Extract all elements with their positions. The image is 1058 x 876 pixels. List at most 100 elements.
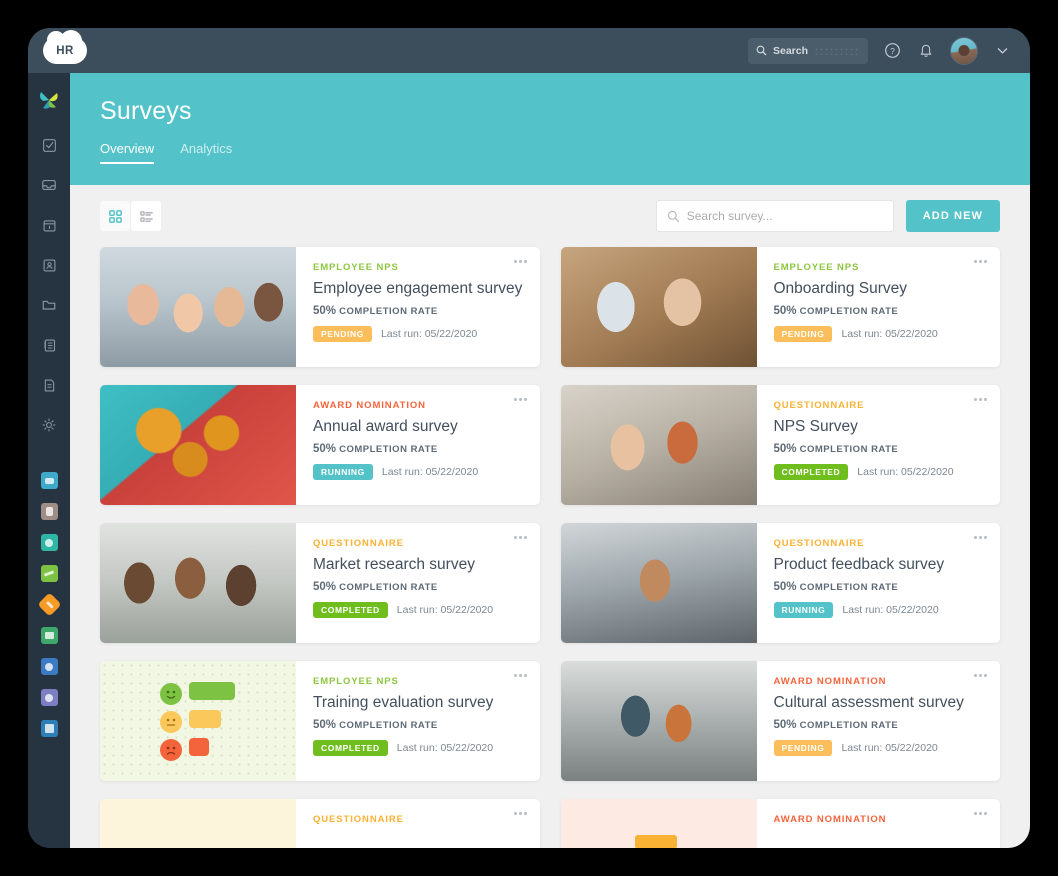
svg-text:?: ? bbox=[890, 46, 895, 56]
survey-card[interactable]: QUESTIONNAIRE Market research survey 50%… bbox=[100, 523, 540, 643]
sad-face-icon bbox=[160, 739, 182, 761]
search-placeholder-pattern bbox=[814, 46, 860, 55]
chevron-down-icon[interactable] bbox=[992, 41, 1012, 61]
survey-card[interactable]: AWARD NOMINATION Cultural assessment sur… bbox=[560, 661, 1000, 781]
checkbox-task-icon bbox=[42, 138, 56, 152]
survey-completion-rate: 50% COMPLETION RATE bbox=[313, 581, 526, 593]
last-run-text: Last run: 05/22/2020 bbox=[381, 466, 479, 478]
survey-card-grid-partial: QUESTIONNAIRE AWARD NOMINATION bbox=[70, 781, 1030, 848]
survey-card[interactable]: EMPLOYEE NPS Training evaluation survey … bbox=[100, 661, 540, 781]
survey-category: AWARD NOMINATION bbox=[773, 814, 887, 825]
survey-card[interactable]: AWARD NOMINATION bbox=[560, 799, 1000, 848]
survey-card[interactable]: AWARD NOMINATION Annual award survey 50%… bbox=[100, 385, 540, 505]
tab-analytics[interactable]: Analytics bbox=[180, 141, 232, 164]
status-badge: RUNNING bbox=[773, 602, 834, 618]
survey-card-grid: EMPLOYEE NPS Employee engagement survey … bbox=[70, 247, 1030, 781]
survey-thumbnail bbox=[100, 247, 296, 367]
card-menu-icon[interactable] bbox=[513, 260, 527, 263]
card-menu-icon[interactable] bbox=[974, 674, 987, 677]
survey-card-body: QUESTIONNAIRE Product feedback survey 50… bbox=[757, 523, 1001, 643]
network-app-icon[interactable] bbox=[40, 720, 58, 737]
grid-view-button[interactable] bbox=[100, 201, 130, 231]
sidebar-item-files[interactable] bbox=[36, 292, 62, 318]
briefcase-app-icon[interactable] bbox=[40, 503, 58, 520]
survey-card-footer: PENDING Last run: 05/22/2020 bbox=[773, 326, 987, 342]
card-menu-icon[interactable] bbox=[513, 536, 527, 539]
add-new-button[interactable]: ADD NEW bbox=[905, 200, 1000, 232]
global-search-label: Search bbox=[773, 44, 809, 57]
search-icon bbox=[667, 210, 679, 222]
survey-category: AWARD NOMINATION bbox=[313, 400, 426, 411]
card-menu-icon[interactable] bbox=[974, 536, 987, 539]
card-menu-icon[interactable] bbox=[974, 812, 987, 815]
hr-logo-text: HR bbox=[56, 44, 74, 57]
tab-overview[interactable]: Overview bbox=[100, 141, 155, 164]
plus-diamond-app-icon[interactable] bbox=[36, 592, 62, 617]
rate-label: COMPLETION RATE bbox=[799, 306, 899, 317]
survey-card[interactable]: EMPLOYEE NPS Employee engagement survey … bbox=[100, 247, 540, 367]
survey-title: Market research survey bbox=[313, 556, 475, 573]
sidebar-item-inbox[interactable] bbox=[36, 172, 62, 198]
survey-category: AWARD NOMINATION bbox=[773, 676, 887, 687]
sidebar-item-calendar[interactable] bbox=[36, 212, 62, 238]
rate-value: 50% bbox=[773, 581, 797, 593]
search-icon bbox=[756, 45, 767, 56]
survey-card-footer: COMPLETED Last run: 05/22/2020 bbox=[313, 602, 526, 618]
global-search-field[interactable]: Search bbox=[748, 37, 868, 64]
avatar[interactable] bbox=[950, 36, 978, 65]
app-logo-icon[interactable] bbox=[36, 87, 62, 113]
last-run-text: Last run: 05/22/2020 bbox=[841, 742, 938, 754]
page-title: Surveys bbox=[100, 97, 192, 125]
card-menu-icon[interactable] bbox=[513, 398, 527, 401]
status-badge: COMPLETED bbox=[313, 740, 388, 756]
card-menu-icon[interactable] bbox=[513, 674, 527, 677]
status-badge: PENDING bbox=[313, 326, 372, 342]
sidebar-item-contacts[interactable] bbox=[36, 252, 62, 278]
survey-completion-rate: 50% COMPLETION RATE bbox=[774, 719, 987, 731]
survey-card-body: EMPLOYEE NPS Onboarding Survey 50% COMPL… bbox=[757, 247, 1001, 367]
help-circle-icon[interactable]: ? bbox=[882, 41, 902, 61]
target-app-icon[interactable] bbox=[40, 534, 58, 551]
survey-card-body: EMPLOYEE NPS Employee engagement survey … bbox=[296, 247, 540, 367]
hr-logo[interactable]: HR bbox=[43, 30, 87, 64]
rate-value: 50% bbox=[773, 719, 797, 731]
rate-value: 50% bbox=[313, 581, 337, 593]
rate-value: 50% bbox=[773, 443, 797, 455]
people-app-icon[interactable] bbox=[40, 689, 58, 706]
survey-thumbnail bbox=[560, 523, 757, 643]
toolbar-right-group: ADD NEW bbox=[655, 200, 1000, 232]
survey-card[interactable]: QUESTIONNAIRE NPS Survey 50% COMPLETION … bbox=[560, 385, 1000, 505]
list-view-icon bbox=[139, 210, 153, 222]
chart-growth-app-icon[interactable] bbox=[40, 565, 58, 582]
last-run-text: Last run: 05/22/2020 bbox=[396, 604, 494, 616]
survey-card[interactable]: QUESTIONNAIRE Product feedback survey 50… bbox=[560, 523, 1001, 643]
sidebar-item-tasks[interactable] bbox=[36, 132, 62, 158]
bell-icon[interactable] bbox=[916, 41, 936, 61]
sidebar-item-documents-list[interactable] bbox=[36, 332, 62, 358]
card-menu-icon[interactable] bbox=[974, 260, 987, 263]
analytics-app-icon[interactable] bbox=[40, 472, 58, 489]
monitor-app-icon[interactable] bbox=[40, 627, 58, 644]
rating-bar-yellow bbox=[189, 710, 221, 728]
rate-value: 50% bbox=[313, 305, 337, 317]
rate-value: 50% bbox=[313, 443, 337, 455]
list-view-button[interactable] bbox=[131, 201, 161, 231]
survey-category: EMPLOYEE NPS bbox=[773, 262, 860, 273]
app-window: HR Search ? Surveys Overview Analytics S… bbox=[28, 28, 1030, 848]
survey-card[interactable]: QUESTIONNAIRE bbox=[100, 799, 540, 848]
card-menu-icon[interactable] bbox=[974, 398, 987, 401]
trophy-shape bbox=[634, 835, 677, 848]
survey-search-input[interactable] bbox=[686, 209, 883, 223]
page-hero: Surveys Overview Analytics bbox=[70, 73, 1030, 185]
view-toggle-group bbox=[100, 201, 161, 231]
sidebar-item-settings[interactable] bbox=[36, 412, 62, 438]
survey-search-field[interactable] bbox=[655, 200, 894, 232]
happy-face-icon bbox=[160, 683, 182, 705]
survey-card[interactable]: EMPLOYEE NPS Onboarding Survey 50% COMPL… bbox=[560, 247, 1001, 367]
smiley-rating-illustration bbox=[100, 661, 296, 781]
rate-label: COMPLETION RATE bbox=[339, 582, 438, 593]
card-menu-icon[interactable] bbox=[513, 812, 527, 815]
sidebar-item-notes[interactable] bbox=[36, 372, 62, 398]
rate-label: COMPLETION RATE bbox=[339, 444, 438, 455]
review-app-icon[interactable] bbox=[40, 658, 58, 675]
